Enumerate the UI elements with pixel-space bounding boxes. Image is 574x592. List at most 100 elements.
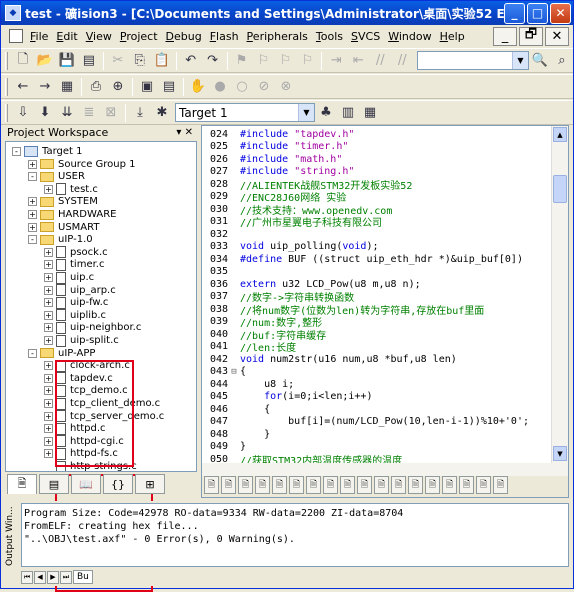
file-tab-icon[interactable]: 🗎 xyxy=(272,476,287,494)
tree-item[interactable]: + test.c xyxy=(44,183,98,196)
code-line[interactable]: 048 } xyxy=(202,428,270,441)
indent-icon[interactable]: ⇥ xyxy=(325,51,347,71)
translate-icon[interactable]: ⇩ xyxy=(12,103,34,123)
code-line[interactable]: 026 #include "math.h" xyxy=(202,153,342,166)
redo-icon[interactable]: ↷ xyxy=(202,51,224,71)
code-line[interactable]: 046 { xyxy=(202,403,270,416)
breakpoint-icon[interactable]: ● xyxy=(209,77,231,97)
expand-icon[interactable]: + xyxy=(44,373,53,383)
expand-icon[interactable]: + xyxy=(28,159,37,169)
expand-icon[interactable]: + xyxy=(44,386,53,396)
code-line[interactable]: 047 buf[i]=(num/LCD_Pow(10,len-i-1))%10+… xyxy=(202,416,529,429)
download-icon[interactable]: ⤓ xyxy=(129,103,151,123)
options-icon[interactable]: ✱ xyxy=(151,103,173,123)
horizontal-scrollbar[interactable] xyxy=(202,463,568,476)
project-window-icon[interactable]: ▣ xyxy=(136,77,158,97)
tree-item[interactable]: + uip-split.c xyxy=(44,334,119,347)
file-tab-icon[interactable]: 🗎 xyxy=(425,476,440,494)
expand-icon[interactable]: + xyxy=(44,273,53,282)
file-tab-icon[interactable]: 🗎 xyxy=(238,476,253,494)
code-line[interactable]: 025 #include "timer.h" xyxy=(202,141,348,154)
tree-item[interactable]: + uiplib.c xyxy=(44,309,106,322)
expand-icon[interactable]: + xyxy=(28,210,37,219)
code-line[interactable]: 045 for(i=0;i<len;i++) xyxy=(202,391,373,404)
files-tab-icon[interactable]: 🗎 xyxy=(7,474,37,494)
file-tab-icon[interactable]: 🗎 xyxy=(340,476,355,494)
next-tab-icon[interactable]: ▶ xyxy=(47,570,59,584)
menu-peripherals[interactable]: Peripherals xyxy=(243,30,312,43)
minimize-button[interactable]: _ xyxy=(504,2,525,24)
kill-breakpoints-icon[interactable]: ⊘ xyxy=(253,77,275,97)
fold-marker[interactable]: ⊟ xyxy=(230,367,238,377)
document-icon[interactable] xyxy=(9,29,23,43)
file-tab-icon[interactable]: 🗎 xyxy=(306,476,321,494)
collapse-icon[interactable]: - xyxy=(28,235,37,245)
collapse-icon[interactable]: - xyxy=(28,172,37,182)
expand-icon[interactable]: + xyxy=(44,336,53,345)
code-line[interactable]: 035 xyxy=(202,266,240,279)
expand-icon[interactable]: + xyxy=(44,285,53,295)
expand-icon[interactable]: + xyxy=(44,184,53,194)
zoom-icon[interactable]: ⊕ xyxy=(107,77,129,97)
code-line[interactable]: 044 u8 i; xyxy=(202,378,294,391)
file-tab-icon[interactable]: 🗎 xyxy=(442,476,457,494)
expand-icon[interactable]: + xyxy=(44,260,53,270)
print-icon[interactable]: ⎙ xyxy=(85,77,107,97)
next-bookmark-icon[interactable]: ⚐ xyxy=(274,51,296,71)
mdi-restore-button[interactable]: 🗗 xyxy=(519,26,543,46)
code-line[interactable]: 024 #include "tapdev.h" xyxy=(202,128,354,141)
collapse-icon[interactable]: - xyxy=(12,147,21,156)
tree-item[interactable]: - Target 1 xyxy=(12,145,82,158)
file-tab-icon[interactable]: 🗎 xyxy=(459,476,474,494)
last-tab-icon[interactable]: ⏭ xyxy=(60,570,72,584)
scroll-up-icon[interactable]: ▲ xyxy=(553,127,567,142)
panel-controls[interactable]: ▾ ✕ xyxy=(176,127,197,138)
unindent-icon[interactable]: ⇤ xyxy=(347,51,369,71)
menu-svcs[interactable]: SVCS xyxy=(347,30,384,43)
tree-item[interactable]: + uip-neighbor.c xyxy=(44,321,141,334)
code-line[interactable]: 033 void uip_polling(void); xyxy=(202,241,379,254)
tree-item[interactable]: + uip_arp.c xyxy=(44,284,116,297)
output-window-icon[interactable]: ▤ xyxy=(158,77,180,97)
expand-icon[interactable]: + xyxy=(44,399,53,408)
code-line[interactable]: 031 //广州市星翼电子科技有限公司 xyxy=(202,216,382,229)
expand-icon[interactable]: + xyxy=(44,298,53,308)
scroll-thumb[interactable] xyxy=(553,175,567,203)
tree-item[interactable]: + uip-fw.c xyxy=(44,296,108,309)
copy-icon[interactable]: ⎘ xyxy=(129,51,151,71)
code-line[interactable]: 043 ⊟{ xyxy=(202,366,246,379)
new-file-icon[interactable]: 🗋 xyxy=(12,51,34,71)
prev-tab-icon[interactable]: ◀ xyxy=(34,570,46,584)
save-icon[interactable]: 💾 xyxy=(56,51,78,71)
stop-build-icon[interactable]: ⊠ xyxy=(100,103,122,123)
tree-item[interactable]: + SYSTEM xyxy=(28,195,98,208)
vertical-scrollbar[interactable]: ▲ ▼ xyxy=(551,126,568,463)
build-output[interactable]: Program Size: Code=42978 RO-data=9334 RW… xyxy=(21,503,569,567)
mdi-minimize-button[interactable]: _ xyxy=(493,26,517,46)
menu-window[interactable]: Window xyxy=(384,30,435,43)
workspace-icon[interactable]: ▦ xyxy=(56,77,78,97)
tree-item[interactable]: - uIP-1.0 xyxy=(28,233,93,246)
regs-tab-icon[interactable]: ▤ xyxy=(39,474,69,494)
components-icon[interactable]: ▥ xyxy=(337,103,359,123)
target-select[interactable]: Target 1 ▼ xyxy=(175,103,315,122)
back-icon[interactable]: ← xyxy=(12,77,34,97)
find-combo[interactable]: ▼ xyxy=(417,51,529,70)
tree-item[interactable]: + timer.c xyxy=(44,258,104,271)
menu-file[interactable]: File xyxy=(26,30,52,43)
code-line[interactable]: 032 xyxy=(202,228,240,241)
file-tab-icon[interactable]: 🗎 xyxy=(391,476,406,494)
title-bar[interactable]: ◆ test - 礦ision3 - [C:\Documents and Set… xyxy=(1,1,573,25)
expand-icon[interactable]: + xyxy=(44,411,53,421)
chevron-down-icon[interactable]: ▼ xyxy=(512,52,528,69)
file-tab-icon[interactable]: 🗎 xyxy=(323,476,338,494)
collapse-icon[interactable]: - xyxy=(28,348,37,358)
expand-icon[interactable]: + xyxy=(28,197,37,207)
code-line[interactable]: 042 void num2str(u16 num,u8 *buf,u8 len) xyxy=(202,353,457,366)
tree-item[interactable]: + USMART xyxy=(28,221,99,234)
file-tab-icon[interactable]: 🗎 xyxy=(357,476,372,494)
file-tab-icon[interactable]: 🗎 xyxy=(476,476,491,494)
open-file-icon[interactable]: 📂 xyxy=(34,51,56,71)
tree-item[interactable]: + Source Group 1 xyxy=(28,158,136,171)
bookmark-icon[interactable]: ⚑ xyxy=(231,51,253,71)
